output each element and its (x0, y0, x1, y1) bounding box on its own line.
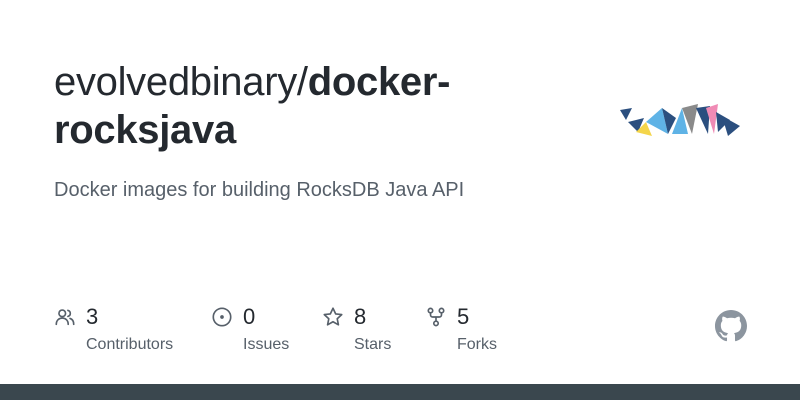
contributors-label: Contributors (86, 336, 174, 353)
issues-label: Issues (243, 336, 290, 353)
github-mark-icon[interactable] (715, 310, 747, 342)
people-icon (55, 309, 75, 326)
issues-count: 0 (243, 304, 256, 329)
footer-bar (0, 384, 800, 400)
contributors-count: 3 (86, 304, 99, 329)
fork-icon (427, 307, 445, 327)
stars-count: 8 (354, 304, 367, 329)
repo-owner[interactable]: evolvedbinary/ (54, 60, 308, 104)
repo-description: Docker images for building RocksDB Java … (54, 179, 465, 201)
forks-label: Forks (457, 336, 497, 353)
issue-icon (212, 307, 232, 327)
forks-count: 5 (457, 304, 470, 329)
evolvedbinary-logo-icon (620, 104, 740, 136)
star-icon (323, 307, 343, 326)
stars-label: Stars (354, 336, 392, 353)
repo-title[interactable]: evolvedbinary/docker-rocksjava (54, 58, 574, 154)
social-preview-card: evolvedbinary/docker-rocksjava Docker im… (0, 0, 800, 400)
